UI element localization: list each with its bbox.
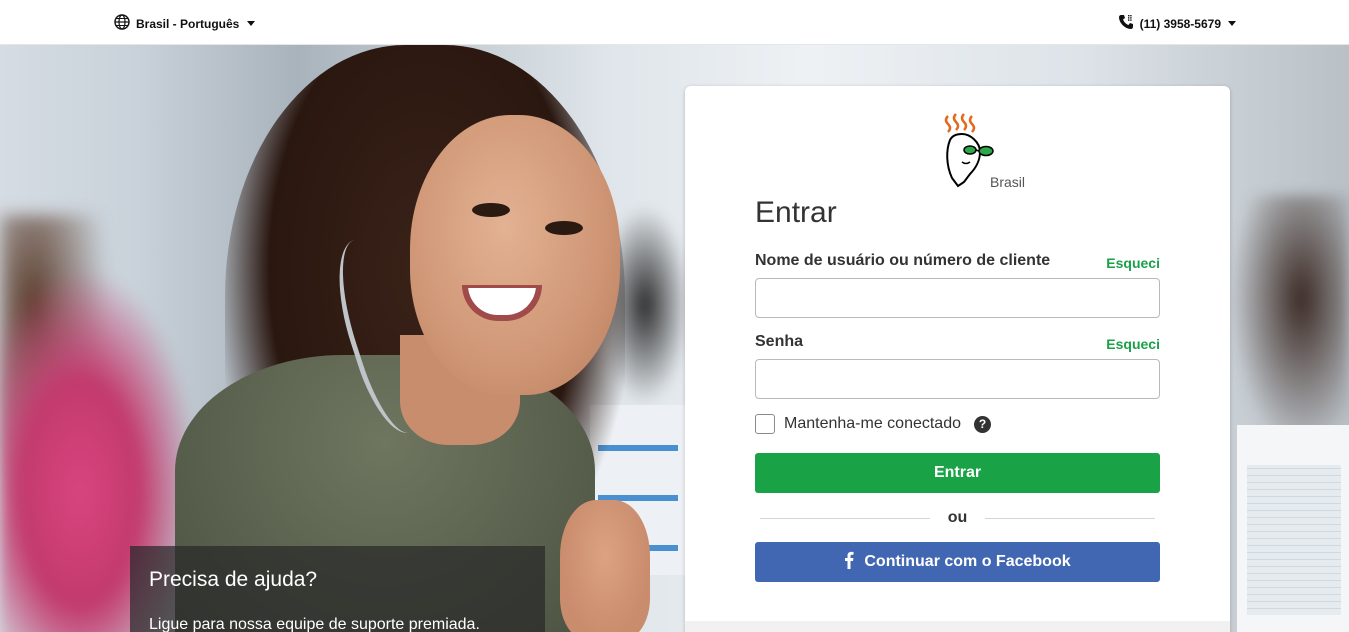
phone-selector[interactable]: (11) 3958-5679 [1118, 14, 1236, 33]
username-input[interactable] [755, 278, 1160, 318]
facebook-login-button[interactable]: Continuar com o Facebook [755, 542, 1160, 582]
remember-me-label: Mantenha-me conectado [784, 415, 961, 432]
locale-label: Brasil - Português [136, 16, 240, 31]
support-agent-face [410, 115, 620, 395]
phone-icon [1118, 14, 1135, 33]
help-title: Precisa de ajuda? [149, 568, 318, 591]
or-label: ou [947, 509, 968, 526]
remember-me-checkbox[interactable] [755, 414, 775, 434]
background-person-blur [1230, 195, 1349, 455]
login-card: Brasil Entrar Nome de usuário ou número … [685, 86, 1230, 632]
help-text: Ligue para nossa equipe de suporte premi… [149, 616, 480, 632]
password-label: Senha [755, 333, 804, 350]
globe-icon [114, 14, 130, 33]
card-footer [685, 621, 1230, 632]
chevron-down-icon [247, 21, 256, 26]
password-input[interactable] [755, 359, 1160, 399]
phone-number: (11) 3958-5679 [1139, 16, 1221, 31]
logo-region-label: Brasil [990, 174, 1026, 190]
or-divider: ou [760, 508, 1155, 528]
eye-shape [472, 203, 510, 217]
facebook-icon [844, 551, 854, 574]
top-bar: Brasil - Português (11) 3958-5679 [0, 0, 1349, 45]
forgot-username-link[interactable]: Esqueci [1106, 255, 1160, 271]
forgot-password-link[interactable]: Esqueci [1106, 336, 1160, 352]
page-title: Entrar [755, 196, 837, 229]
remember-me-row: Mantenha-me conectado ? [755, 414, 991, 434]
thumbs-up-hand [560, 500, 650, 632]
question-icon[interactable]: ? [974, 415, 991, 433]
help-overlay: Precisa de ajuda? Ligue para nossa equip… [130, 546, 545, 632]
username-label: Nome de usuário ou número de cliente [755, 252, 1051, 269]
facebook-button-label: Continuar com o Facebook [864, 553, 1071, 570]
locale-selector[interactable]: Brasil - Português [114, 14, 256, 33]
sign-in-button[interactable]: Entrar [755, 453, 1160, 493]
eye-shape [545, 221, 583, 235]
chevron-down-icon [1228, 21, 1236, 26]
background-monitor [1235, 425, 1349, 632]
